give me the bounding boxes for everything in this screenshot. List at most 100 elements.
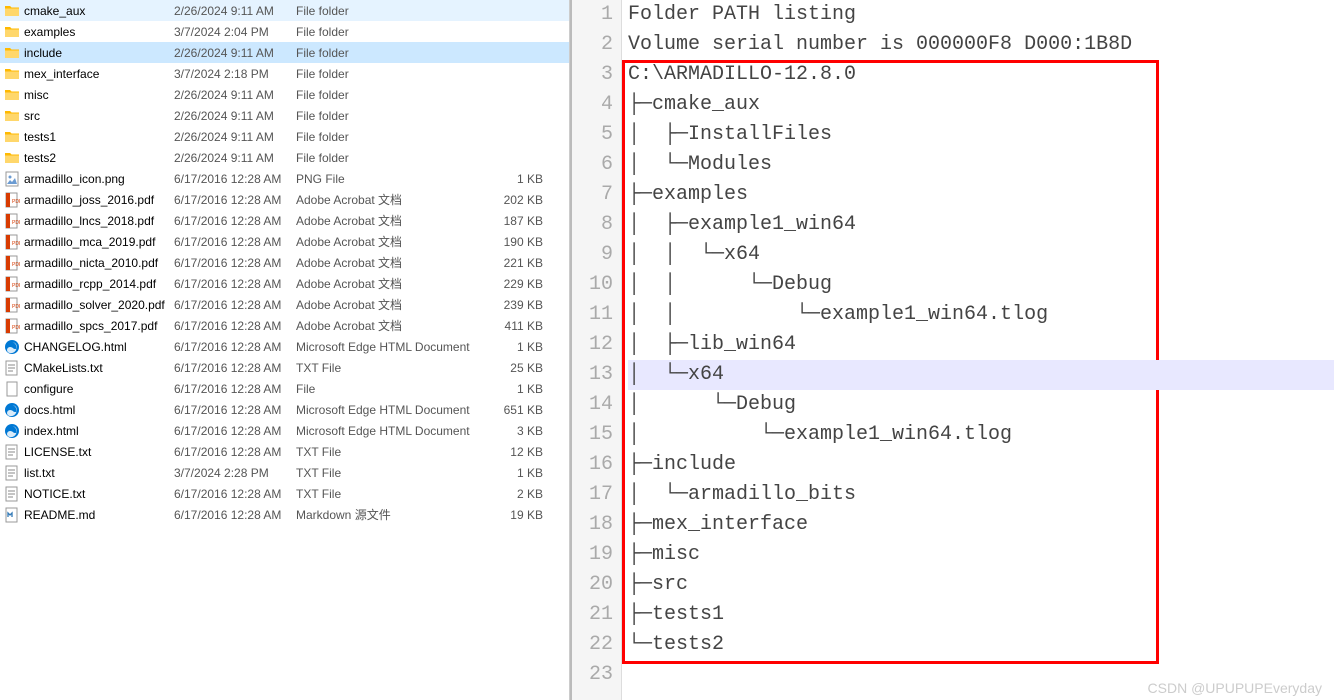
file-date: 2/26/2024 9:11 AM bbox=[174, 4, 296, 18]
file-row[interactable]: PDFarmadillo_mca_2019.pdf6/17/2016 12:28… bbox=[0, 231, 569, 252]
file-type: Markdown 源文件 bbox=[296, 506, 491, 523]
folder-icon bbox=[4, 150, 20, 166]
edge-icon bbox=[4, 402, 20, 418]
file-row[interactable]: armadillo_icon.png6/17/2016 12:28 AMPNG … bbox=[0, 168, 569, 189]
line-number: 9 bbox=[572, 240, 613, 270]
file-row[interactable]: PDFarmadillo_nicta_2010.pdf6/17/2016 12:… bbox=[0, 252, 569, 273]
pdf-icon: PDF bbox=[4, 234, 20, 250]
line-number: 14 bbox=[572, 390, 613, 420]
file-name: armadillo_lncs_2018.pdf bbox=[24, 214, 154, 228]
file-row[interactable]: tests22/26/2024 9:11 AMFile folder bbox=[0, 147, 569, 168]
folder-icon bbox=[4, 108, 20, 124]
code-line[interactable]: │ │ └─example1_win64.tlog bbox=[628, 300, 1334, 330]
file-row[interactable]: PDFarmadillo_solver_2020.pdf6/17/2016 12… bbox=[0, 294, 569, 315]
file-size: 1 KB bbox=[491, 382, 551, 396]
file-type: File folder bbox=[296, 130, 491, 144]
code-line[interactable]: │ └─example1_win64.tlog bbox=[628, 420, 1334, 450]
file-type: TXT File bbox=[296, 445, 491, 459]
code-line[interactable]: │ │ └─Debug bbox=[628, 270, 1334, 300]
code-line[interactable]: ├─misc bbox=[628, 540, 1334, 570]
line-number: 12 bbox=[572, 330, 613, 360]
line-number: 19 bbox=[572, 540, 613, 570]
code-line[interactable]: │ │ └─x64 bbox=[628, 240, 1334, 270]
file-type: Adobe Acrobat 文档 bbox=[296, 254, 491, 271]
file-row[interactable]: PDFarmadillo_lncs_2018.pdf6/17/2016 12:2… bbox=[0, 210, 569, 231]
file-size: 411 KB bbox=[491, 319, 551, 333]
code-area[interactable]: Folder PATH listingVolume serial number … bbox=[622, 0, 1334, 700]
file-row[interactable]: PDFarmadillo_rcpp_2014.pdf6/17/2016 12:2… bbox=[0, 273, 569, 294]
file-row[interactable]: LICENSE.txt6/17/2016 12:28 AMTXT File12 … bbox=[0, 441, 569, 462]
file-date: 6/17/2016 12:28 AM bbox=[174, 445, 296, 459]
file-type: Microsoft Edge HTML Document bbox=[296, 340, 491, 354]
file-name: examples bbox=[24, 25, 75, 39]
code-line[interactable]: │ └─Modules bbox=[628, 150, 1334, 180]
code-line[interactable]: ├─src bbox=[628, 570, 1334, 600]
file-type: File folder bbox=[296, 25, 491, 39]
file-type: File folder bbox=[296, 46, 491, 60]
line-number-gutter: 1234567891011121314151617181920212223 bbox=[572, 0, 622, 700]
file-name: CHANGELOG.html bbox=[24, 340, 127, 354]
code-line[interactable]: │ └─Debug bbox=[628, 390, 1334, 420]
file-type: TXT File bbox=[296, 466, 491, 480]
file-row[interactable]: CMakeLists.txt6/17/2016 12:28 AMTXT File… bbox=[0, 357, 569, 378]
pdf-icon: PDF bbox=[4, 213, 20, 229]
code-line[interactable]: ├─include bbox=[628, 450, 1334, 480]
watermark: CSDN @UPUPUPEveryday bbox=[1148, 680, 1322, 696]
file-row[interactable]: cmake_aux2/26/2024 9:11 AMFile folder bbox=[0, 0, 569, 21]
file-date: 2/26/2024 9:11 AM bbox=[174, 109, 296, 123]
file-explorer-panel[interactable]: cmake_aux2/26/2024 9:11 AMFile folderexa… bbox=[0, 0, 570, 700]
file-row[interactable]: configure6/17/2016 12:28 AMFile1 KB bbox=[0, 378, 569, 399]
code-line[interactable]: ├─tests1 bbox=[628, 600, 1334, 630]
code-line[interactable]: ├─examples bbox=[628, 180, 1334, 210]
code-line[interactable]: Volume serial number is 000000F8 D000:1B… bbox=[628, 30, 1334, 60]
file-size: 25 KB bbox=[491, 361, 551, 375]
line-number: 15 bbox=[572, 420, 613, 450]
line-number: 21 bbox=[572, 600, 613, 630]
file-date: 2/26/2024 9:11 AM bbox=[174, 46, 296, 60]
file-date: 6/17/2016 12:28 AM bbox=[174, 403, 296, 417]
code-line[interactable]: │ ├─lib_win64 bbox=[628, 330, 1334, 360]
svg-text:PDF: PDF bbox=[12, 241, 20, 247]
svg-text:PDF: PDF bbox=[12, 304, 20, 310]
code-line[interactable]: ├─cmake_aux bbox=[628, 90, 1334, 120]
file-date: 2/26/2024 9:11 AM bbox=[174, 151, 296, 165]
file-row[interactable]: PDFarmadillo_joss_2016.pdf6/17/2016 12:2… bbox=[0, 189, 569, 210]
txt-icon bbox=[4, 465, 20, 481]
file-row[interactable]: tests12/26/2024 9:11 AMFile folder bbox=[0, 126, 569, 147]
code-line[interactable]: │ ├─InstallFiles bbox=[628, 120, 1334, 150]
file-row[interactable]: list.txt3/7/2024 2:28 PMTXT File1 KB bbox=[0, 462, 569, 483]
file-row[interactable]: docs.html6/17/2016 12:28 AMMicrosoft Edg… bbox=[0, 399, 569, 420]
code-line[interactable]: │ └─armadillo_bits bbox=[628, 480, 1334, 510]
file-row[interactable]: NOTICE.txt6/17/2016 12:28 AMTXT File2 KB bbox=[0, 483, 569, 504]
line-number: 10 bbox=[572, 270, 613, 300]
file-name: armadillo_icon.png bbox=[24, 172, 125, 186]
file-row[interactable]: misc2/26/2024 9:11 AMFile folder bbox=[0, 84, 569, 105]
file-row[interactable]: examples3/7/2024 2:04 PMFile folder bbox=[0, 21, 569, 42]
code-line[interactable]: Folder PATH listing bbox=[628, 0, 1334, 30]
png-icon bbox=[4, 171, 20, 187]
file-row[interactable]: README.md6/17/2016 12:28 AMMarkdown 源文件1… bbox=[0, 504, 569, 525]
code-line[interactable]: └─tests2 bbox=[628, 630, 1334, 660]
code-line[interactable]: │ ├─example1_win64 bbox=[628, 210, 1334, 240]
file-row[interactable]: index.html6/17/2016 12:28 AMMicrosoft Ed… bbox=[0, 420, 569, 441]
line-number: 17 bbox=[572, 480, 613, 510]
text-editor-panel[interactable]: 1234567891011121314151617181920212223 Fo… bbox=[570, 0, 1334, 700]
code-line[interactable]: ├─mex_interface bbox=[628, 510, 1334, 540]
file-date: 6/17/2016 12:28 AM bbox=[174, 298, 296, 312]
code-line[interactable]: │ └─x64 bbox=[628, 360, 1334, 390]
file-name: armadillo_nicta_2010.pdf bbox=[24, 256, 158, 270]
file-name: misc bbox=[24, 88, 49, 102]
code-line[interactable]: C:\ARMADILLO-12.8.0 bbox=[628, 60, 1334, 90]
file-row[interactable]: src2/26/2024 9:11 AMFile folder bbox=[0, 105, 569, 126]
file-size: 190 KB bbox=[491, 235, 551, 249]
line-number: 16 bbox=[572, 450, 613, 480]
file-row[interactable]: mex_interface3/7/2024 2:18 PMFile folder bbox=[0, 63, 569, 84]
line-number: 18 bbox=[572, 510, 613, 540]
file-row[interactable]: CHANGELOG.html6/17/2016 12:28 AMMicrosof… bbox=[0, 336, 569, 357]
file-row[interactable]: include2/26/2024 9:11 AMFile folder bbox=[0, 42, 569, 63]
file-row[interactable]: PDFarmadillo_spcs_2017.pdf6/17/2016 12:2… bbox=[0, 315, 569, 336]
file-size: 2 KB bbox=[491, 487, 551, 501]
line-number: 6 bbox=[572, 150, 613, 180]
file-type: TXT File bbox=[296, 361, 491, 375]
file-size: 221 KB bbox=[491, 256, 551, 270]
